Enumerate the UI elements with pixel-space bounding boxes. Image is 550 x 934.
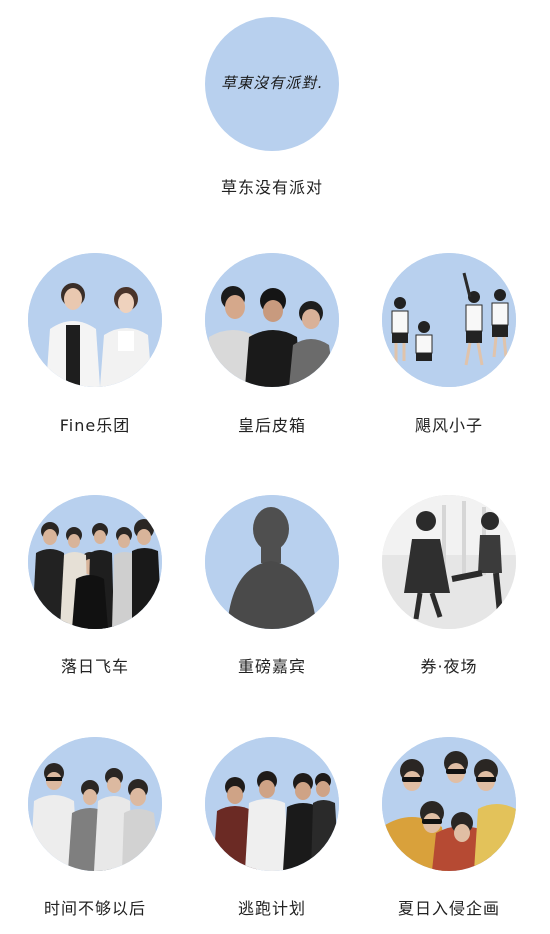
artist-avatar-hurricane-boys[interactable] [382, 253, 516, 387]
artist-avatar-queen-suitcase[interactable] [205, 253, 339, 387]
artist-avatar-sunset-rollercoaster[interactable] [28, 495, 162, 629]
band-photo [28, 737, 162, 871]
artist-avatar-fine[interactable] [28, 253, 162, 387]
band-photo [28, 495, 162, 629]
headliner-name: 草东没有派对 [220, 178, 323, 197]
artist-avatar-summer-invasion[interactable] [382, 737, 516, 871]
artist-name-queen-suitcase: 皇后皮箱 [237, 416, 306, 435]
dancers-photo [382, 495, 516, 629]
artist-avatar-after-time-runs-out[interactable] [28, 737, 162, 871]
artist-name-hurricane-boys: 飓风小子 [414, 416, 483, 435]
artist-avatar-special-guest[interactable] [205, 495, 339, 629]
artist-name-after-time-runs-out: 时间不够以后 [43, 899, 146, 918]
artist-avatar-escape-plan[interactable] [205, 737, 339, 871]
band-photo [205, 737, 339, 871]
artist-name-night-ticket: 券·夜场 [420, 657, 478, 676]
artist-name-sunset-rollercoaster: 落日飞车 [60, 657, 129, 676]
artist-avatar-night-ticket[interactable] [382, 495, 516, 629]
headliner-logo-avatar[interactable]: 草東沒有派對. [205, 17, 339, 151]
artist-name-summer-invasion: 夏日入侵企画 [397, 899, 500, 918]
three-members-photo [205, 253, 339, 387]
group-jumping-photo [382, 253, 516, 387]
mystery-silhouette [205, 495, 339, 629]
band-selfie-photo [382, 737, 516, 871]
artist-name-fine: Fine乐团 [59, 416, 131, 435]
two-members-photo [28, 253, 162, 387]
artist-name-special-guest: 重磅嘉宾 [237, 657, 306, 676]
band-logo-text: 草東沒有派對. [221, 74, 323, 92]
artist-name-escape-plan: 逃跑计划 [237, 899, 306, 918]
